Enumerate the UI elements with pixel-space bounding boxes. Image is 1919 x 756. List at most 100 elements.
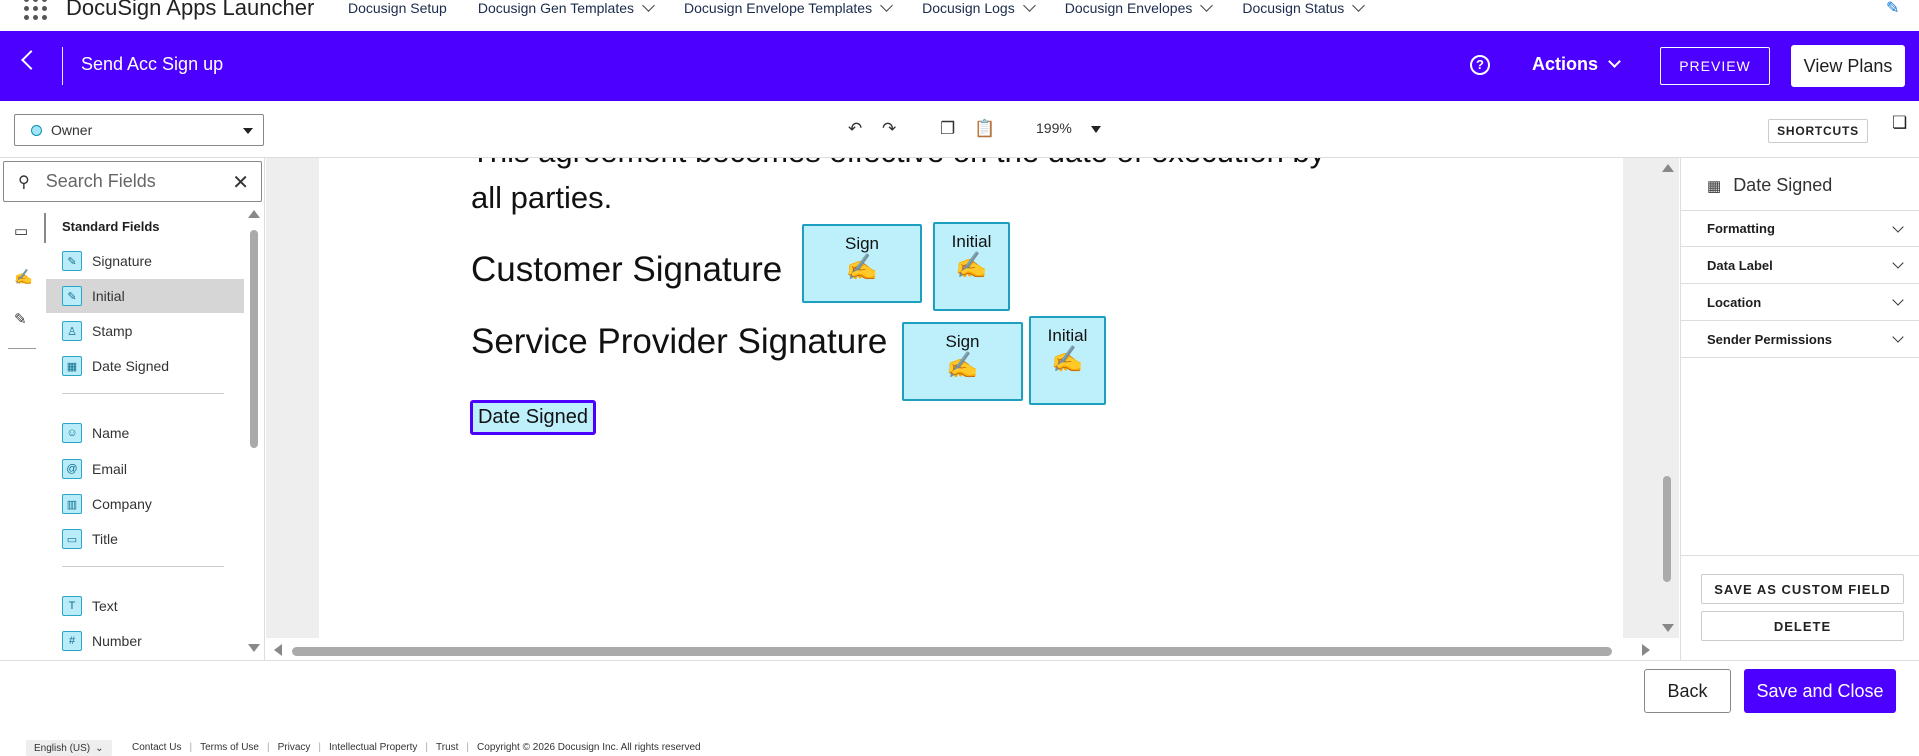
divider: | — [318, 742, 321, 753]
help-icon[interactable]: ? — [1470, 55, 1490, 75]
fields-tab-icon[interactable]: ▭ — [14, 222, 28, 240]
field-initial[interactable]: ✎ Initial — [46, 279, 244, 313]
field-label: Signature — [92, 253, 152, 269]
scroll-down-arrow-icon[interactable] — [1662, 624, 1674, 632]
initial-here-tag[interactable]: Initial ✍ — [1029, 316, 1106, 405]
close-icon[interactable]: ✕ — [232, 170, 249, 195]
page-footer: English (US) ⌄ Contact Us | Terms of Use | … — [0, 736, 1919, 756]
field-email[interactable]: @ Email — [46, 452, 244, 486]
chevron-down-icon[interactable] — [1200, 0, 1214, 12]
search-fields-input[interactable]: ⚲ Search Fields ✕ — [3, 161, 262, 202]
scroll-left-arrow-icon[interactable] — [274, 644, 282, 656]
nav-item-status[interactable]: Docusign Status — [1242, 0, 1366, 16]
field-label: Company — [92, 496, 152, 512]
pen-icon: ✍ — [845, 252, 879, 282]
sign-here-tag[interactable]: Sign ✍ — [802, 224, 922, 303]
accordion-data-label[interactable]: Data Label — [1681, 247, 1919, 284]
language-select[interactable]: English (US) ⌄ — [26, 740, 112, 756]
redo-icon[interactable]: ↷ — [882, 119, 896, 139]
field-stamp[interactable]: ♙ Stamp — [46, 314, 244, 348]
agreement-text-line: This agreement becomes effective on the … — [471, 158, 1325, 170]
person-icon: ☺ — [62, 423, 82, 443]
app-launcher-icon[interactable] — [24, 0, 48, 21]
footer-link-trust[interactable]: Trust — [436, 742, 458, 753]
initial-here-tag[interactable]: Initial ✍ — [933, 222, 1010, 311]
pencil-icon[interactable]: ✎ — [14, 310, 27, 328]
scroll-right-arrow-icon[interactable] — [1642, 644, 1650, 656]
signature-tab-icon[interactable]: ✍ — [14, 268, 33, 286]
field-label: Name — [92, 425, 130, 441]
field-name[interactable]: ☺ Name — [46, 416, 244, 450]
search-placeholder: Search Fields — [45, 171, 156, 191]
field-label: Text — [92, 598, 118, 614]
footer-link-privacy[interactable]: Privacy — [278, 742, 311, 753]
nav-item-envelope-templates[interactable]: Docusign Envelope Templates — [684, 0, 893, 16]
chevron-down-icon — [1892, 331, 1904, 343]
nav-item-envelopes[interactable]: Docusign Envelopes — [1065, 0, 1214, 16]
zoom-level[interactable]: 199% — [1036, 120, 1072, 136]
scroll-up-arrow-icon[interactable] — [1662, 164, 1674, 172]
nav-item-logs[interactable]: Docusign Logs — [922, 0, 1036, 16]
section-title: Standard Fields — [62, 219, 160, 234]
accordion-location[interactable]: Location — [1681, 284, 1919, 321]
field-number[interactable]: # Number — [46, 624, 244, 658]
scroll-up-arrow-icon[interactable] — [248, 210, 260, 218]
field-date-signed[interactable]: ▦ Date Signed — [46, 349, 244, 383]
accordion-formatting[interactable]: Formatting — [1681, 210, 1919, 247]
zoom-caret-icon[interactable] — [1091, 126, 1101, 133]
footer-link-terms[interactable]: Terms of Use — [200, 742, 259, 753]
document-canvas: This agreement becomes effective on the … — [266, 158, 1679, 660]
field-signature[interactable]: ✎ Signature — [46, 244, 244, 278]
field-label: Title — [92, 531, 118, 547]
canvas-horizontal-scrollbar[interactable] — [266, 638, 1679, 660]
scrollbar-thumb[interactable] — [1663, 476, 1671, 582]
field-company[interactable]: ▥ Company — [46, 487, 244, 521]
nav-item-docusign-setup[interactable]: Docusign Setup — [348, 0, 447, 16]
editor-footer-bar: Back Save and Close — [0, 660, 1919, 724]
pen-icon: ✎ — [62, 286, 82, 306]
tag-label: Sign — [844, 234, 880, 253]
nav-item-label: Docusign Setup — [348, 0, 447, 16]
back-button[interactable]: Back — [1644, 669, 1731, 713]
delete-button[interactable]: DELETE — [1701, 611, 1904, 641]
envelope-title: Send Acc Sign up — [81, 54, 224, 74]
canvas-vertical-scrollbar[interactable] — [1660, 158, 1676, 638]
date-signed-tag[interactable]: Date Signed — [470, 400, 596, 435]
copy-icon[interactable]: ❐ — [940, 119, 955, 139]
undo-icon[interactable]: ↶ — [848, 119, 862, 139]
shortcuts-button[interactable]: SHORTCUTS — [1768, 119, 1868, 143]
scrollbar-thumb[interactable] — [250, 230, 258, 448]
chevron-down-icon[interactable] — [1352, 0, 1366, 12]
layers-icon[interactable]: ❏ — [1892, 113, 1907, 133]
tag-label: Initial — [1047, 326, 1088, 345]
palette-scrollbar[interactable] — [248, 210, 260, 660]
pen-icon: ✍ — [955, 250, 988, 280]
field-title[interactable]: ▭ Title — [46, 522, 244, 556]
view-plans-button[interactable]: View Plans — [1791, 45, 1905, 87]
paste-icon[interactable]: 📋 — [974, 119, 995, 139]
chevron-down-icon[interactable] — [880, 0, 893, 12]
back-arrow-icon[interactable] — [21, 50, 41, 70]
chevron-down-icon: ⌄ — [95, 742, 104, 754]
save-and-close-button[interactable]: Save and Close — [1744, 669, 1896, 713]
nav-item-gen-templates[interactable]: Docusign Gen Templates — [478, 0, 655, 16]
accordion-sender-permissions[interactable]: Sender Permissions — [1681, 321, 1919, 358]
save-as-custom-field-button[interactable]: SAVE AS CUSTOM FIELD — [1701, 574, 1904, 604]
stamp-icon: ♙ — [62, 321, 82, 341]
scroll-down-arrow-icon[interactable] — [248, 644, 260, 652]
scrollbar-thumb[interactable] — [292, 647, 1612, 656]
properties-title: Date Signed — [1733, 175, 1833, 195]
sign-here-tag[interactable]: Sign ✍ — [902, 322, 1023, 401]
recipient-select[interactable]: Owner — [14, 114, 264, 146]
footer-link-ip[interactable]: Intellectual Property — [329, 742, 417, 753]
field-label: Number — [92, 633, 142, 649]
field-text[interactable]: T Text — [46, 589, 244, 623]
actions-menu-button[interactable]: Actions — [1532, 54, 1621, 75]
chevron-down-icon[interactable] — [642, 0, 655, 12]
preview-button[interactable]: PREVIEW — [1660, 47, 1770, 85]
chevron-down-icon[interactable] — [1022, 0, 1036, 12]
footer-link-contact[interactable]: Contact Us — [132, 742, 181, 753]
pencil-icon[interactable]: ✎ — [1886, 0, 1899, 18]
hash-icon: # — [62, 631, 82, 651]
divider: | — [425, 742, 428, 753]
